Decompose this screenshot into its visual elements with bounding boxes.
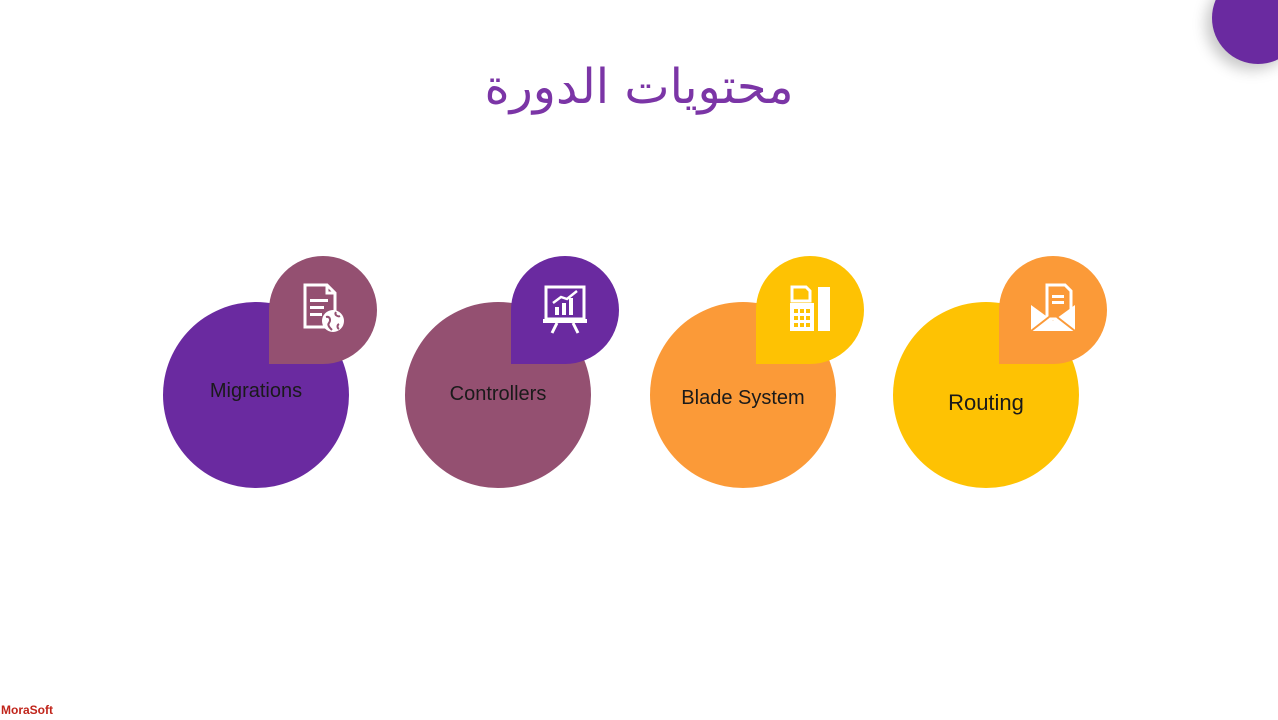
topic-migrations: Migrations <box>163 0 423 720</box>
topic-label: Migrations <box>209 380 303 402</box>
watermark-logo: MoraSoft <box>1 703 53 717</box>
topic-badge <box>269 256 377 364</box>
topic-label: Blade System <box>681 387 805 409</box>
topic-badge <box>511 256 619 364</box>
presentation-chart-icon <box>543 285 587 334</box>
fax-machine-icon <box>790 285 830 331</box>
envelope-document-icon <box>1030 283 1076 332</box>
topic-label: Controllers <box>449 383 547 405</box>
slide: محتويات الدورة Migrations Controllers Bl… <box>0 0 1278 720</box>
topic-badge <box>999 256 1107 364</box>
document-globe-icon <box>303 283 344 332</box>
topic-label: Routing <box>948 390 1024 415</box>
topic-blade-system: Blade System <box>650 0 910 720</box>
topic-routing: Routing <box>893 0 1153 720</box>
topic-controllers: Controllers <box>405 0 665 720</box>
topic-badge <box>756 256 864 364</box>
